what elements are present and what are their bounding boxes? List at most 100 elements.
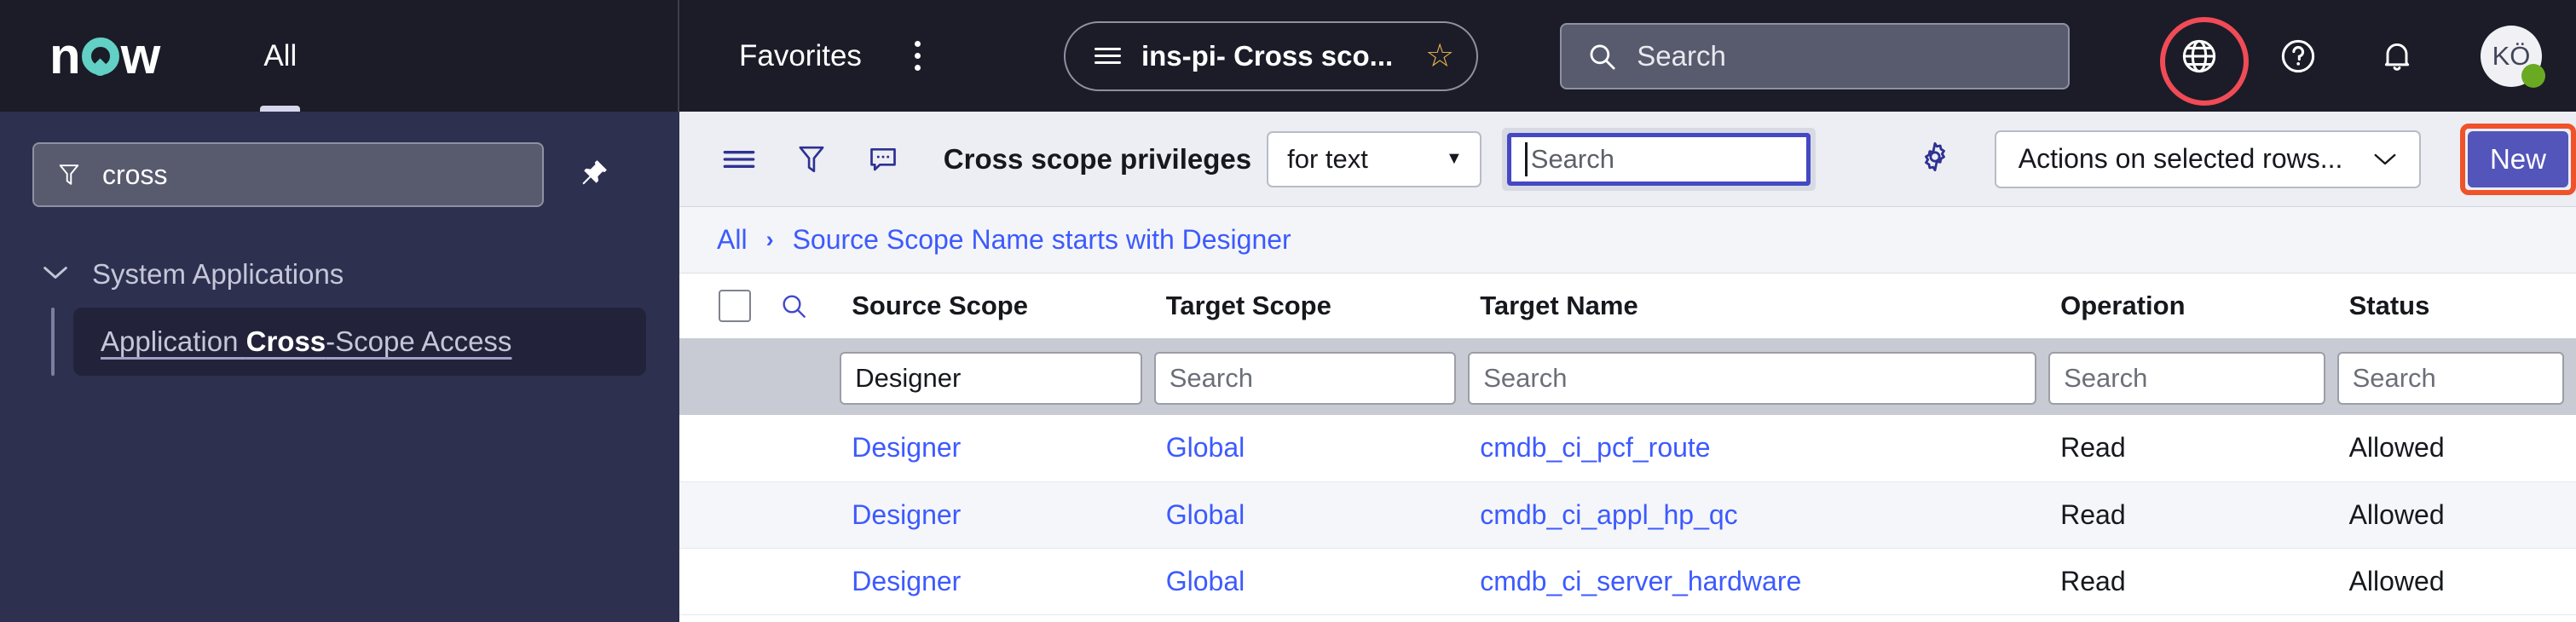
column-header-status[interactable]: Status — [2336, 274, 2576, 342]
filter-input-operation[interactable]: Search — [2048, 352, 2325, 405]
filter-cell-source-scope: Designer — [840, 340, 1154, 415]
sidebar-item-label: Application Cross-Scope Access — [101, 325, 511, 358]
filter-cell-status: Search — [2336, 340, 2576, 415]
list-search-placeholder: Search — [1530, 143, 1614, 174]
logo-text-w: w — [120, 26, 161, 84]
topbar-left-section: n w All — [0, 0, 679, 112]
comment-bubble-icon[interactable] — [858, 144, 910, 175]
column-header-source-scope[interactable]: Source Scope — [840, 274, 1154, 342]
search-field-select[interactable]: for text ▼ — [1267, 130, 1481, 187]
topbar-right-section: Favorites ins-pi- Cross sco... ☆ Search — [679, 0, 2576, 112]
caret-down-icon: ▼ — [1445, 149, 1463, 168]
more-vertical-icon[interactable] — [914, 41, 921, 71]
column-header-target-name[interactable]: Target Name — [1468, 274, 2049, 342]
list-icon — [1094, 48, 1121, 64]
body-wrapper: cross System Applications Application Cr… — [0, 112, 2576, 622]
now-logo[interactable]: n w — [49, 26, 161, 84]
text-cursor — [1524, 141, 1528, 176]
filter-input-target-name[interactable]: Search — [1468, 352, 2037, 405]
filter-cell-target-scope: Search — [1153, 340, 1469, 415]
row-spacer-cell — [780, 481, 840, 549]
filter-input-target-scope[interactable]: Search — [1153, 352, 1457, 405]
cross-scope-privileges-table: Source Scope Target Scope Target Name Op… — [679, 274, 2576, 615]
breadcrumb: All › Source Scope Name starts with Desi… — [679, 207, 2576, 274]
list-search-holder: Search — [1501, 127, 1816, 191]
table-row[interactable]: Designer Global cmdb_ci_pcf_route Read A… — [679, 415, 2576, 482]
breadcrumb-item-condition[interactable]: Source Scope Name starts with Designer — [793, 224, 1291, 256]
globe-icon[interactable] — [2160, 16, 2249, 106]
table-header: Source Scope Target Scope Target Name Op… — [679, 274, 2576, 342]
chevron-down-icon — [2371, 143, 2399, 175]
search-field-select-value: for text — [1287, 143, 1368, 174]
cell-target-name[interactable]: cmdb_ci_pcf_route — [1468, 415, 2049, 482]
help-circle-icon[interactable] — [2266, 24, 2331, 89]
logo-text-n: n — [49, 26, 81, 84]
breadcrumb-item-all[interactable]: All — [717, 224, 748, 256]
pin-icon[interactable] — [578, 157, 610, 193]
sidebar-item-application-cross-scope-access[interactable]: Application Cross-Scope Access — [73, 308, 646, 376]
cell-target-scope[interactable]: Global — [1153, 481, 1469, 549]
select-all-cell — [679, 274, 781, 342]
cell-status: Allowed — [2336, 415, 2576, 482]
column-filter-row: Designer Search Search Search Search — [679, 340, 2576, 415]
application-scope-pill[interactable]: ins-pi- Cross sco... ☆ — [1063, 20, 1479, 91]
gear-icon[interactable] — [1918, 140, 1952, 178]
chevron-down-icon[interactable] — [41, 263, 70, 286]
global-search-input[interactable]: Search — [1560, 22, 2071, 89]
new-button[interactable]: New — [2467, 130, 2568, 187]
list-search-input[interactable]: Search — [1506, 132, 1811, 186]
select-all-checkbox[interactable] — [719, 290, 751, 322]
filter-cell-target-name: Search — [1468, 340, 2049, 415]
funnel-icon[interactable] — [786, 144, 838, 175]
global-search-placeholder: Search — [1637, 39, 1726, 72]
cell-operation: Read — [2048, 415, 2337, 482]
hamburger-menu-icon[interactable] — [713, 147, 765, 172]
sidebar-item-label-highlight: Cross — [245, 325, 326, 357]
cell-source-scope[interactable]: Designer — [840, 415, 1154, 482]
sidebar-nav-item-wrapper: Application Cross-Scope Access — [0, 308, 679, 376]
cell-target-name[interactable]: cmdb_ci_appl_hp_qc — [1468, 481, 2049, 549]
breadcrumb-separator-icon: › — [765, 227, 774, 252]
favorites-label[interactable]: Favorites — [739, 39, 862, 73]
nav-tab-all[interactable]: All — [260, 0, 301, 112]
avatar[interactable]: KÖ — [2481, 25, 2545, 88]
sidebar-item-label-prefix: Application — [101, 325, 246, 357]
row-checkbox-cell[interactable] — [679, 415, 781, 482]
cell-status: Allowed — [2336, 481, 2576, 549]
bell-icon[interactable] — [2365, 24, 2429, 89]
cell-target-scope[interactable]: Global — [1153, 548, 1469, 615]
new-button-highlight: New — [2459, 123, 2576, 195]
filter-input-status[interactable]: Search — [2336, 352, 2564, 405]
search-icon — [1590, 44, 1615, 70]
table-header-row: Source Scope Target Scope Target Name Op… — [679, 274, 2576, 342]
column-header-target-scope[interactable]: Target Scope — [1153, 274, 1469, 342]
sidebar-group-label: System Applications — [92, 258, 344, 290]
nav-tab-all-label: All — [263, 38, 297, 72]
row-checkbox-cell[interactable] — [679, 548, 781, 615]
actions-on-selected-rows-select[interactable]: Actions on selected rows... — [1994, 130, 2421, 188]
search-icon[interactable] — [780, 292, 840, 320]
cell-source-scope[interactable]: Designer — [840, 548, 1154, 615]
star-outline-icon[interactable]: ☆ — [1425, 40, 1454, 72]
row-spacer-cell — [780, 548, 840, 615]
sidebar-nav-rail — [51, 308, 55, 376]
table-row[interactable]: Designer Global cmdb_ci_appl_hp_qc Read … — [679, 481, 2576, 549]
list-title: Cross scope privileges — [943, 142, 1252, 175]
sidebar-filter-row: cross — [0, 142, 679, 207]
column-header-operation[interactable]: Operation — [2048, 274, 2337, 342]
cell-source-scope[interactable]: Designer — [840, 481, 1154, 549]
cell-target-name[interactable]: cmdb_ci_server_hardware — [1468, 548, 2049, 615]
application-scope-title: ins-pi- Cross sco... — [1141, 39, 1394, 72]
cell-target-scope[interactable]: Global — [1153, 415, 1469, 482]
sidebar-group-system-applications[interactable]: System Applications — [0, 258, 679, 291]
table-row[interactable]: Designer Global cmdb_ci_server_hardware … — [679, 548, 2576, 615]
filter-cell-operation: Search — [2048, 340, 2337, 415]
table-body: Designer Search Search Search Search Des… — [679, 340, 2576, 615]
cell-operation: Read — [2048, 481, 2337, 549]
sidebar-item-label-suffix: -Scope Access — [326, 325, 512, 357]
filter-input-source-scope[interactable]: Designer — [840, 352, 1142, 405]
filter-cell-empty-zoom — [780, 340, 840, 415]
sidebar-filter-input[interactable]: cross — [32, 142, 544, 207]
row-checkbox-cell[interactable] — [679, 481, 781, 549]
cell-operation: Read — [2048, 548, 2337, 615]
